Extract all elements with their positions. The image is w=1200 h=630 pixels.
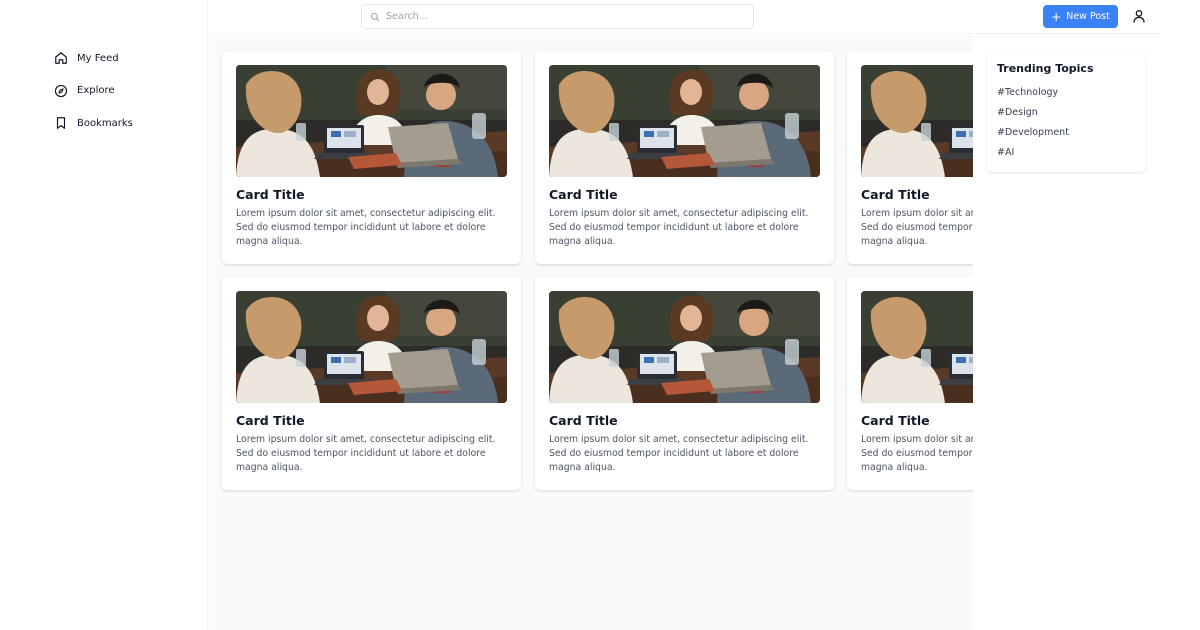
sidebar-item-label: My Feed [77,52,119,64]
card-image [861,65,973,177]
card-text: Lorem ipsum dolor sit amet, consectetur … [861,434,973,473]
post-card[interactable]: Card Title Lorem ipsum dolor sit amet, c… [535,51,834,264]
card-title: Card Title [549,413,618,428]
card-image [549,291,820,403]
search-icon [370,12,380,22]
post-card[interactable]: Card Title Lorem ipsum dolor sit amet, c… [222,51,521,264]
sidebar-item-my-feed[interactable]: My Feed [54,48,133,68]
trending-topics-card: Trending Topics #Technology #Design #Dev… [987,51,1145,172]
card-title: Card Title [236,187,305,202]
card-text: Lorem ipsum dolor sit amet, consectetur … [549,434,809,473]
card-title: Card Title [549,187,618,202]
sidebar: My Feed Explore Bookmarks [0,0,208,630]
topic-link-design[interactable]: #Design [997,107,1135,118]
feed-grid: Card Title Lorem ipsum dolor sit amet, c… [209,35,973,630]
trending-title: Trending Topics [997,62,1094,75]
topic-link-technology[interactable]: #Technology [997,87,1135,98]
sidebar-item-label: Explore [77,85,115,96]
card-image [861,291,973,403]
top-header: + New Post [209,0,1160,34]
bookmark-icon [54,116,68,130]
post-card[interactable]: Card Title Lorem ipsum dolor sit amet, c… [222,277,521,490]
topic-link-ai[interactable]: #AI [997,147,1135,158]
post-card[interactable]: Card Title Lorem ipsum dolor sit amet, c… [847,277,973,490]
card-title: Card Title [861,187,930,202]
card-image [236,291,507,403]
search-input[interactable] [386,11,753,22]
new-post-button[interactable]: + New Post [1043,5,1118,28]
post-card[interactable]: Card Title Lorem ipsum dolor sit amet, c… [847,51,973,264]
sidebar-nav: My Feed Explore Bookmarks [54,48,133,146]
card-image [549,65,820,177]
sidebar-item-bookmarks[interactable]: Bookmarks [54,113,133,133]
topic-link-development[interactable]: #Development [997,127,1135,138]
card-text: Lorem ipsum dolor sit amet, consectetur … [861,208,973,247]
sidebar-item-label: Bookmarks [77,117,133,129]
home-icon [54,51,68,65]
card-text: Lorem ipsum dolor sit amet, consectetur … [549,208,809,247]
card-text: Lorem ipsum dolor sit amet, consectetur … [236,434,496,473]
sidebar-item-explore[interactable]: Explore [54,81,133,101]
new-post-label: New Post [1066,11,1110,22]
right-panel: Trending Topics #Technology #Design #Dev… [973,35,1160,630]
card-image [236,65,507,177]
user-icon[interactable] [1131,8,1147,24]
card-title: Card Title [861,413,930,428]
post-card[interactable]: Card Title Lorem ipsum dolor sit amet, c… [535,277,834,490]
compass-icon [54,84,68,98]
search-box [361,4,754,29]
card-text: Lorem ipsum dolor sit amet, consectetur … [236,208,496,247]
plus-icon: + [1051,9,1062,24]
card-title: Card Title [236,413,305,428]
